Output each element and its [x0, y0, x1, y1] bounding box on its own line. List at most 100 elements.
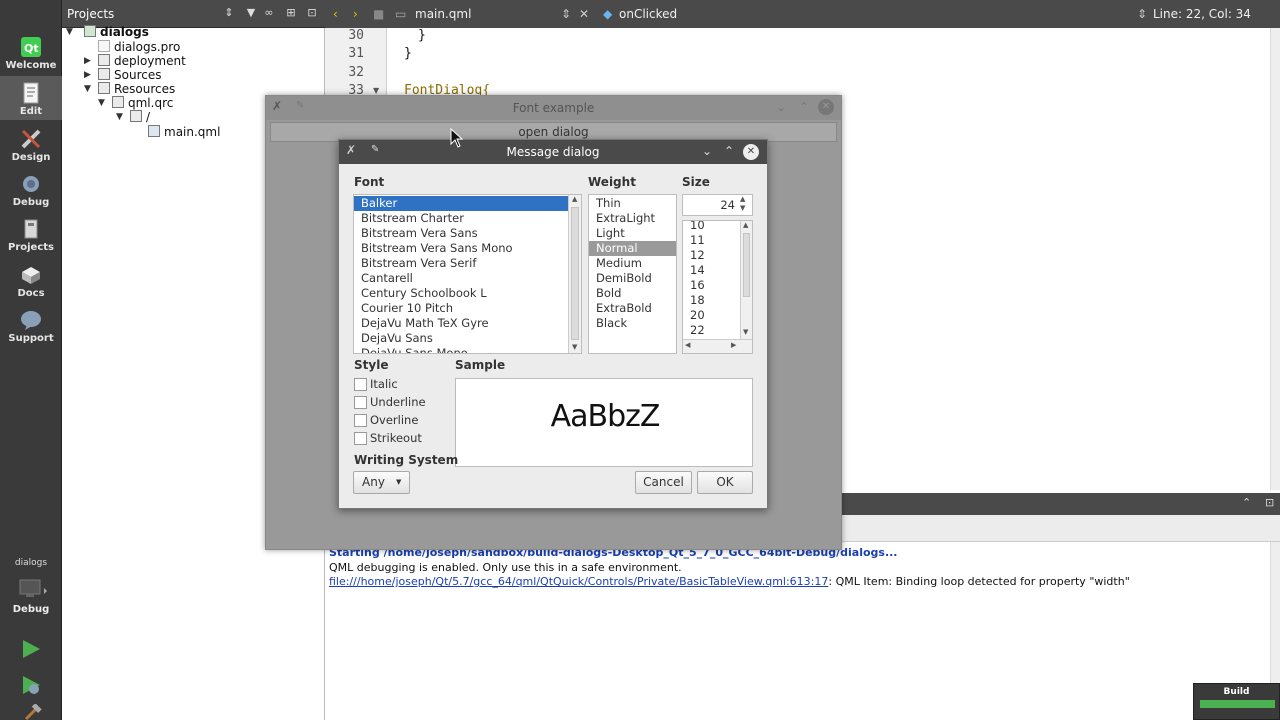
scroll-up-icon[interactable]: ▲ — [743, 221, 748, 229]
tree-row-main-qml[interactable]: main.qml — [148, 125, 220, 139]
cursor-position: Line: 22, Col: 34 — [1153, 7, 1251, 21]
docs-book-icon — [19, 264, 43, 286]
size-list-item[interactable]: 16 — [683, 278, 705, 293]
debug-bug-icon — [19, 173, 43, 195]
editor-scrollbar[interactable] — [1270, 28, 1280, 490]
font-list-item[interactable]: Century Schoolbook L — [354, 286, 487, 301]
weight-list-item[interactable]: Light — [589, 226, 625, 241]
target-selector[interactable] — [14, 576, 48, 604]
expand-arrow-icon: ▼ — [116, 112, 123, 122]
weight-list-item[interactable]: Normal — [589, 241, 676, 256]
weight-list-item[interactable]: Bold — [589, 286, 621, 301]
editor-file-name[interactable]: main.qml — [415, 7, 471, 21]
close-pane-icon[interactable]: ⊡ — [305, 6, 319, 20]
strikeout-checkbox[interactable] — [354, 432, 367, 445]
font-list-item[interactable]: Bitstream Vera Serif — [354, 256, 476, 271]
font-list-item[interactable]: DejaVu Sans Mono — [354, 346, 468, 353]
maximize-icon[interactable]: ⌃ — [799, 100, 809, 114]
overline-checkbox[interactable] — [354, 414, 367, 427]
maximize-icon[interactable]: ⌃ — [724, 144, 734, 158]
font-list-item[interactable]: Bitstream Charter — [354, 211, 464, 226]
mode-projects[interactable]: Projects — [0, 212, 62, 256]
mode-support[interactable]: Support — [0, 303, 62, 347]
spin-down-icon[interactable]: ▼ — [740, 204, 745, 212]
size-list-item[interactable]: 22 — [683, 323, 705, 338]
font-list-item[interactable]: Balker — [354, 196, 569, 211]
project-panel-title: Projects — [67, 7, 115, 21]
build-progress[interactable]: Build — [1193, 683, 1280, 720]
fold-arrow-icon[interactable]: ▼ — [373, 86, 379, 95]
weight-list-item[interactable]: ExtraBold — [589, 301, 652, 316]
minimize-icon[interactable]: ⌄ — [776, 100, 786, 114]
close-file-icon[interactable]: ✕ — [579, 7, 589, 21]
back-arrow-icon[interactable]: ‹ — [333, 7, 338, 21]
collapse-arrow-icon: ▶ — [84, 56, 91, 66]
size-spinbox[interactable]: 24 ▲ ▼ — [682, 194, 753, 216]
scroll-down-icon[interactable]: ▼ — [572, 343, 577, 351]
mode-welcome[interactable]: Qt Welcome — [0, 30, 62, 74]
weight-list[interactable]: Thin ExtraLight Light Normal Medium Demi… — [588, 194, 677, 354]
lock-icon: ■ — [373, 7, 385, 21]
font-example-titlebar: ✗ ✎ Font example ⌄ ⌃ ✕ — [266, 96, 841, 120]
file-dropdown-icon[interactable]: ⇕ — [561, 7, 571, 21]
size-list-item[interactable]: 14 — [683, 263, 705, 278]
size-list-item[interactable]: 10 — [683, 221, 705, 232]
weight-list-item[interactable]: Black — [589, 316, 627, 331]
size-list-item[interactable]: 18 — [683, 293, 705, 308]
position-dropdown-icon[interactable]: ⇕ — [1137, 7, 1147, 21]
link-icon[interactable]: ∞ — [262, 6, 276, 20]
application-output: Starting /home/joseph/sandbox/build-dial… — [325, 542, 1270, 720]
build-hammer-icon[interactable] — [22, 703, 42, 721]
scroll-right-icon[interactable]: ▶ — [731, 341, 736, 349]
mode-design[interactable]: Design — [0, 122, 62, 166]
minimize-icon[interactable]: ⌄ — [702, 144, 712, 158]
close-icon[interactable]: ✕ — [743, 144, 759, 160]
size-list-hscrollbar[interactable]: ◀ ▶ — [683, 339, 752, 353]
font-list-item[interactable]: DejaVu Math TeX Gyre — [354, 316, 489, 331]
italic-checkbox[interactable] — [354, 378, 367, 391]
cancel-button[interactable]: Cancel — [635, 471, 692, 494]
spin-up-icon[interactable]: ▲ — [740, 195, 745, 203]
close-icon[interactable]: ✕ — [818, 99, 834, 115]
size-list[interactable]: 10 11 12 14 16 18 20 22 ▲ ▼ ◀ ▶ — [682, 220, 753, 354]
debug-run-icon[interactable] — [20, 674, 42, 696]
scroll-thumb[interactable] — [571, 207, 579, 340]
weight-list-item[interactable]: DemiBold — [589, 271, 652, 286]
mode-docs[interactable]: Docs — [0, 258, 62, 302]
size-list-item[interactable]: 11 — [683, 233, 705, 248]
scroll-down-icon[interactable]: ▼ — [743, 328, 748, 336]
underline-checkbox[interactable] — [354, 396, 367, 409]
weight-list-item[interactable]: Thin — [589, 196, 621, 211]
tree-row-dialogs-pro[interactable]: dialogs.pro — [98, 40, 180, 54]
editor-toolbar: ‹ › ■ ▭ main.qml ⇕ ✕ ◆ onClicked ⇕ Line:… — [325, 0, 1280, 28]
forward-arrow-icon[interactable]: › — [353, 7, 358, 21]
symbol-selector[interactable]: onClicked — [619, 7, 677, 21]
scroll-thumb[interactable] — [743, 233, 750, 297]
scroll-left-icon[interactable]: ◀ — [685, 341, 690, 349]
font-list-scrollbar[interactable]: ▲ ▼ — [568, 195, 581, 353]
run-icon[interactable] — [20, 638, 42, 660]
project-panel-header: Projects ⇕ ▼ ∞ ⊞ ⊡ — [62, 0, 325, 28]
sort-arrows-icon[interactable]: ⇕ — [222, 6, 236, 20]
close-pane-icon[interactable]: ⊡ — [1265, 496, 1274, 509]
maximize-pane-icon[interactable]: ⌃ — [1242, 496, 1251, 509]
mode-debug[interactable]: Debug — [0, 167, 62, 211]
size-list-item[interactable]: 20 — [683, 308, 705, 323]
scroll-up-icon[interactable]: ▲ — [572, 195, 577, 203]
font-list-item[interactable]: Courier 10 Pitch — [354, 301, 453, 316]
size-list-item[interactable]: 12 — [683, 248, 705, 263]
size-list-scrollbar[interactable]: ▲ ▼ — [740, 221, 752, 339]
writing-system-combo[interactable]: Any ▼ — [353, 471, 410, 494]
weight-list-item[interactable]: ExtraLight — [589, 211, 655, 226]
font-list-item[interactable]: DejaVu Sans — [354, 331, 433, 346]
mode-edit[interactable]: Edit — [0, 76, 62, 120]
font-list-item[interactable]: Bitstream Vera Sans — [354, 226, 478, 241]
font-list-item[interactable]: Bitstream Vera Sans Mono — [354, 241, 513, 256]
font-list-item[interactable]: Cantarell — [354, 271, 413, 286]
weight-list-item[interactable]: Medium — [589, 256, 642, 271]
split-icon[interactable]: ⊞ — [284, 6, 298, 20]
ok-button[interactable]: OK — [697, 471, 753, 494]
output-file-link[interactable]: file:///home/joseph/Qt/5.7/gcc_64/qml/Qt… — [329, 575, 828, 588]
filter-icon[interactable]: ▼ — [244, 6, 258, 20]
font-list[interactable]: Balker Bitstream Charter Bitstream Vera … — [353, 194, 582, 354]
